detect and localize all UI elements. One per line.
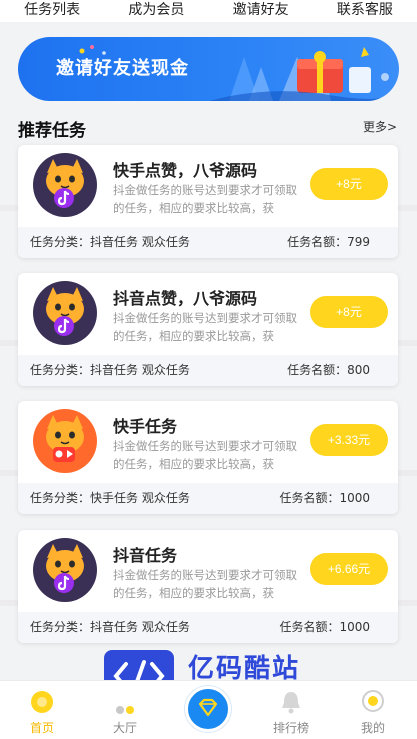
- task-quota: 任务名额：799: [287, 235, 370, 249]
- task-category: 任务分类：抖音任务 观众任务: [30, 363, 190, 377]
- nav-become-member[interactable]: 成为会员: [104, 0, 208, 22]
- task-title: 快手点赞，八爷源码: [113, 161, 258, 180]
- banner-text: 邀请好友送现金: [56, 58, 189, 79]
- tab-hall-label: 大厅: [112, 721, 137, 735]
- task-category: 任务分类：快手任务 观众任务: [30, 491, 190, 505]
- section-title: 推荐任务: [18, 121, 86, 141]
- task-category: 任务分类：抖音任务 观众任务: [30, 620, 190, 634]
- task-card[interactable]: 快手任务 抖金做任务的账号达到要求才可领取的任务，相应的要求比较高，获 +3.3…: [18, 401, 398, 514]
- task-footer: 任务分类：抖音任务 观众任务 任务名额：1000: [18, 612, 398, 643]
- douyin-cat-avatar-icon: [33, 538, 97, 602]
- tab-home[interactable]: 首页: [7, 681, 77, 739]
- task-title: 快手任务: [113, 417, 178, 436]
- task-description: 抖金做任务的账号达到要求才可领取的任务，相应的要求比较高，获: [113, 439, 297, 471]
- task-title: 抖音任务: [113, 546, 178, 565]
- tab-home-label: 首页: [29, 721, 54, 735]
- task-footer: 任务分类：抖音任务 观众任务 任务名额：799: [18, 227, 398, 258]
- tab-mine[interactable]: 我的: [338, 681, 408, 739]
- hall-icon: [116, 706, 134, 714]
- task-title: 抖音点赞，八爷源码: [113, 289, 258, 308]
- task-card[interactable]: 抖音点赞，八爷源码 抖金做任务的账号达到要求才可领取的任务，相应的要求比较高，获…: [18, 273, 398, 386]
- tab-mine-label: 我的: [360, 721, 385, 735]
- tab-ranking[interactable]: 排行榜: [256, 681, 326, 739]
- douyin-cat-avatar-icon: [33, 153, 97, 217]
- invite-banner[interactable]: 邀请好友送现金: [18, 37, 399, 101]
- reward-button[interactable]: +8元: [310, 296, 388, 328]
- tab-ranking-label: 排行榜: [272, 721, 309, 735]
- gift-illustration-icon: [209, 47, 399, 101]
- bell-icon: [282, 692, 300, 714]
- diamond-icon: [198, 698, 218, 717]
- douyin-cat-avatar-icon: [33, 281, 97, 345]
- reward-button[interactable]: +6.66元: [310, 553, 388, 585]
- nav-contact-support[interactable]: 联系客服: [313, 0, 417, 22]
- more-link[interactable]: 更多>: [363, 118, 397, 135]
- kuaishou-cat-avatar-icon: [33, 409, 97, 473]
- task-footer: 任务分类：抖音任务 观众任务 任务名额：800: [18, 355, 398, 386]
- reward-button[interactable]: +3.33元: [310, 424, 388, 456]
- task-card[interactable]: 抖音任务 抖金做任务的账号达到要求才可领取的任务，相应的要求比较高，获 +6.6…: [18, 530, 398, 643]
- task-description: 抖金做任务的账号达到要求才可领取的任务，相应的要求比较高，获: [113, 311, 297, 343]
- center-diamond-button[interactable]: [185, 686, 231, 732]
- task-card[interactable]: 快手点赞，八爷源码 抖金做任务的账号达到要求才可领取的任务，相应的要求比较高，获…: [18, 145, 398, 258]
- task-category: 任务分类：抖音任务 观众任务: [30, 235, 190, 249]
- task-footer: 任务分类：快手任务 观众任务 任务名额：1000: [18, 483, 398, 514]
- nav-invite-friends[interactable]: 邀请好友: [209, 0, 313, 22]
- task-quota: 任务名额：1000: [279, 491, 370, 505]
- profile-icon: [362, 690, 384, 712]
- reward-button[interactable]: +8元: [310, 168, 388, 200]
- home-icon: [31, 691, 53, 713]
- tab-hall[interactable]: 大厅: [90, 681, 160, 739]
- app-root: 任务列表 成为会员 邀请好友 联系客服 邀请好友送现金 推荐任务 更多> 快手点…: [0, 0, 417, 739]
- task-description: 抖金做任务的账号达到要求才可领取的任务，相应的要求比较高，获: [113, 183, 297, 215]
- task-quota: 任务名额：800: [287, 363, 370, 377]
- top-nav: 任务列表 成为会员 邀请好友 联系客服: [0, 0, 417, 22]
- task-quota: 任务名额：1000: [279, 620, 370, 634]
- task-description: 抖金做任务的账号达到要求才可领取的任务，相应的要求比较高，获: [113, 568, 297, 600]
- nav-task-list[interactable]: 任务列表: [0, 0, 104, 22]
